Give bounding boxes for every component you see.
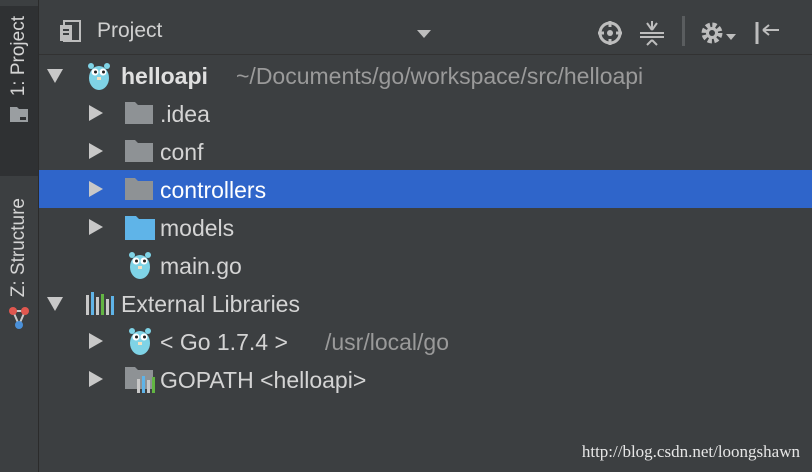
expand-arrow-icon[interactable] — [47, 69, 63, 83]
root-project-name: helloapi — [121, 63, 208, 90]
root-name-text: helloapi — [121, 63, 208, 89]
folder-icon — [125, 216, 155, 245]
expand-arrow-icon[interactable] — [89, 181, 103, 197]
gopher-icon — [87, 61, 111, 96]
crosshair-icon[interactable] — [597, 20, 623, 51]
tab-structure[interactable]: Z: Structure — [0, 190, 38, 360]
folder-icon — [125, 102, 153, 129]
tree-node-models[interactable]: models — [39, 208, 812, 246]
expand-arrow-icon[interactable] — [89, 371, 103, 387]
gear-icon[interactable] — [699, 20, 725, 51]
tree-node-gopath[interactable]: GOPATH <helloapi> — [39, 360, 812, 398]
tree-node-conf[interactable]: conf — [39, 132, 812, 170]
expand-arrow-icon[interactable] — [89, 105, 103, 121]
gopher-icon — [128, 326, 152, 361]
expand-arrow-icon[interactable] — [89, 333, 103, 349]
watermark-text: http://blog.csdn.net/loongshawn — [581, 442, 800, 461]
tree-item-label: .idea — [160, 101, 210, 127]
hide-panel-icon[interactable] — [754, 20, 780, 51]
tree-item-label: main.go — [160, 253, 242, 279]
structure-icon — [7, 305, 31, 336]
gopher-icon — [128, 250, 152, 285]
collapse-all-icon[interactable] — [639, 20, 665, 51]
expand-arrow-icon[interactable] — [47, 297, 63, 311]
libraries-icon — [85, 291, 115, 320]
tree-node-main-go[interactable]: main.go — [39, 246, 812, 284]
go-sdk-path: /usr/local/go — [325, 329, 450, 355]
tab-project-label: 1: Project — [8, 16, 29, 97]
folder-icon — [9, 104, 29, 129]
gear-dropdown-icon[interactable] — [726, 28, 736, 46]
root-project-path: ~/Documents/go/workspace/src/helloapi — [236, 63, 644, 89]
tree-node-go-sdk[interactable]: < Go 1.7.4 > /usr/local/go — [39, 322, 812, 360]
folder-icon — [125, 178, 153, 205]
tree-item-label: controllers — [160, 177, 267, 203]
project-view-icon[interactable] — [59, 20, 85, 49]
tab-project[interactable]: 1: Project — [0, 6, 38, 176]
expand-arrow-icon[interactable] — [89, 143, 103, 159]
gopath-library-icon — [125, 367, 157, 398]
tree-node-idea[interactable]: .idea — [39, 94, 812, 132]
toolbar-separator — [682, 16, 685, 46]
tree-item-label: GOPATH <helloapi> — [160, 367, 367, 393]
tree-item-label: models — [160, 215, 235, 241]
tree-node-external-libraries[interactable]: External Libraries — [39, 284, 812, 322]
folder-icon — [125, 140, 153, 167]
tree-item-label: External Libraries — [121, 291, 300, 317]
tab-structure-label: Z: Structure — [8, 198, 29, 298]
project-tool-window: 1: Project Z: Structure Project helloapi… — [0, 0, 812, 472]
chevron-down-icon[interactable] — [417, 26, 431, 44]
project-tree: helloapi ~/Documents/go/workspace/src/he… — [39, 55, 812, 472]
tree-item-label: conf — [160, 139, 204, 165]
expand-arrow-icon[interactable] — [89, 219, 103, 235]
project-view-selector[interactable]: Project — [97, 19, 162, 43]
tree-node-helloapi[interactable]: helloapi ~/Documents/go/workspace/src/he… — [39, 56, 812, 94]
tree-node-controllers[interactable]: controllers — [39, 170, 812, 208]
tool-window-strip: 1: Project Z: Structure — [0, 0, 39, 472]
tree-item-label: < Go 1.7.4 > — [160, 329, 288, 355]
project-panel-header: Project — [39, 8, 812, 55]
